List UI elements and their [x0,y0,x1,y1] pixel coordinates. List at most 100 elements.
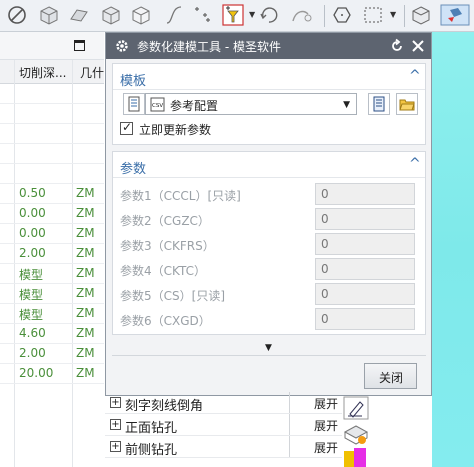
cell-cut-depth: 模型 [19,268,44,282]
table-row[interactable] [0,164,104,184]
open-folder-button[interactable] [396,93,418,115]
hexagon-icon[interactable] [331,4,353,26]
params-section-header[interactable]: 参数 ^ [113,152,425,178]
param-row: 参数1（CCCL）[只读] 0 [113,183,425,207]
table-row[interactable] [0,124,104,144]
edit-template-button[interactable] [368,93,390,115]
wire-cube-icon[interactable] [130,4,152,26]
color-feature-icon[interactable] [342,448,370,467]
table-row[interactable] [0,104,104,124]
param-label: 参数5（CS）[只读] [120,289,225,303]
param-value-field[interactable]: 0 [315,258,415,280]
close-button-label: 关闭 [379,371,404,385]
expand-plus-icon[interactable]: + [110,441,121,452]
param-row: 参数3（CKFRS） 0 [113,233,425,257]
param-value-field[interactable]: 0 [315,308,415,330]
cell-cut-depth: 模型 [19,308,44,322]
cell-cut-depth: 0.50 [19,186,46,200]
cell-geometry: ZM [76,206,95,220]
param-value-field[interactable]: 0 [315,283,415,305]
table-row[interactable] [0,144,104,164]
table-row[interactable]: 模型 ZM [0,284,104,304]
notes-icon [373,96,385,112]
check-icon: ✓ [122,120,133,134]
param-value: 0 [321,287,329,301]
top-toolbar: ▼ ▼ [0,0,474,32]
chevron-down-icon[interactable]: ▼ [249,10,255,19]
tree-item-label: 前侧钻孔 [125,443,178,458]
collapse-icon[interactable]: ^ [409,156,421,172]
marquee-select-icon[interactable] [362,4,384,26]
cube-icon[interactable] [38,4,60,26]
param-label: 参数6（CXGD） [120,314,211,328]
expand-button[interactable]: 展开 [289,436,342,457]
close-button[interactable]: 关闭 [364,363,417,389]
chevron-down-icon[interactable]: ▼ [390,10,396,19]
update-params-checkbox[interactable]: ✓ [120,120,133,135]
table-row[interactable]: 2.00 ZM [0,344,104,364]
expand-plus-icon[interactable]: + [110,419,121,430]
param-label: 参数4（CKTC） [120,264,206,278]
column-header-geometry[interactable]: 几什 [80,64,104,81]
view-cube-icon[interactable] [410,4,432,26]
box-icon[interactable] [100,4,122,26]
tree-item[interactable]: + 刻字刻线倒角 展开 [105,392,342,414]
table-row[interactable] [0,84,104,104]
cell-cut-depth: 模型 [19,288,44,302]
table-row[interactable]: 模型 ZM [0,304,104,324]
table-row[interactable]: 20.00 ZM [0,364,104,384]
cell-geometry: ZM [76,366,95,380]
surface-icon[interactable] [68,4,90,26]
table-row[interactable]: 4.60 ZM [0,324,104,344]
graphics-window-background [432,32,474,467]
expand-plus-icon[interactable]: + [110,397,121,408]
collapse-icon[interactable]: ^ [409,68,421,84]
expand-more-icon[interactable]: ▼ [265,343,272,353]
param-value-field[interactable]: 0 [315,233,415,255]
column-header-cut-depth[interactable]: 切削深... [19,64,66,81]
param-value: 0 [321,212,329,226]
param-label: 参数1（CCCL）[只读] [120,189,241,203]
drill-feature-icon[interactable] [342,422,370,446]
cell-geometry: ZM [76,246,95,260]
points-icon[interactable] [190,4,212,26]
table-row[interactable]: 模型 ZM [0,264,104,284]
tree-item[interactable]: + 正面钻孔 展开 [105,414,342,436]
param-label: 参数2（CGZC） [120,214,210,228]
cell-cut-depth: 4.60 [19,326,46,340]
param-value: 0 [321,262,329,276]
param-row: 参数5（CS）[只读] 0 [113,283,425,307]
filter-icon[interactable] [222,4,244,26]
table-row[interactable]: 0.50 ZM [0,184,104,204]
template-list-button[interactable] [123,93,145,115]
feature-tree-list: + 刻字刻线倒角 展开 + 正面钻孔 展开 + 前侧钻孔 展开 [105,392,342,467]
no-entry-icon[interactable] [6,4,28,26]
dialog-title-bar[interactable]: 参数化建模工具 - 模圣软件 [106,33,431,59]
expand-button[interactable]: 展开 [289,414,342,435]
cell-cut-depth: 2.00 [19,346,46,360]
param-value: 0 [321,237,329,251]
params-section-title: 参数 [120,162,147,177]
table-row[interactable]: 2.00 ZM [0,244,104,264]
parametric-modeling-dialog: 参数化建模工具 - 模圣软件 模板 ^ CSV 参考配置 ▼ ✓ 立即更新参数 … [105,32,432,396]
curve-icon[interactable] [163,4,185,26]
side-toolbar [342,396,370,467]
operation-table-panel: 切削深... 几什 0.50 ZM 0.00 ZM 0.00 ZM 2.00 ZM 模型 ZM 模型… [0,32,104,467]
tree-item-label: 正面钻孔 [125,421,178,436]
param-value-field[interactable]: 0 [315,208,415,230]
edit-icon[interactable] [342,396,370,420]
template-section-header[interactable]: 模板 ^ [113,64,425,90]
reset-icon[interactable] [389,38,405,54]
curve-tool-icon[interactable] [290,4,312,26]
template-select[interactable]: CSV 参考配置 ▼ [145,93,357,115]
expand-button[interactable]: 展开 [289,392,342,413]
rotate-icon[interactable] [258,4,280,26]
table-row[interactable]: 0.00 ZM [0,204,104,224]
tree-item[interactable]: + 前侧钻孔 展开 [105,436,342,458]
shaded-view-icon[interactable] [440,4,470,26]
maximize-icon[interactable] [74,40,85,51]
table-row[interactable]: 0.00 ZM [0,224,104,244]
cell-geometry: ZM [76,266,95,280]
param-value-field[interactable]: 0 [315,183,415,205]
close-icon[interactable] [410,38,426,54]
